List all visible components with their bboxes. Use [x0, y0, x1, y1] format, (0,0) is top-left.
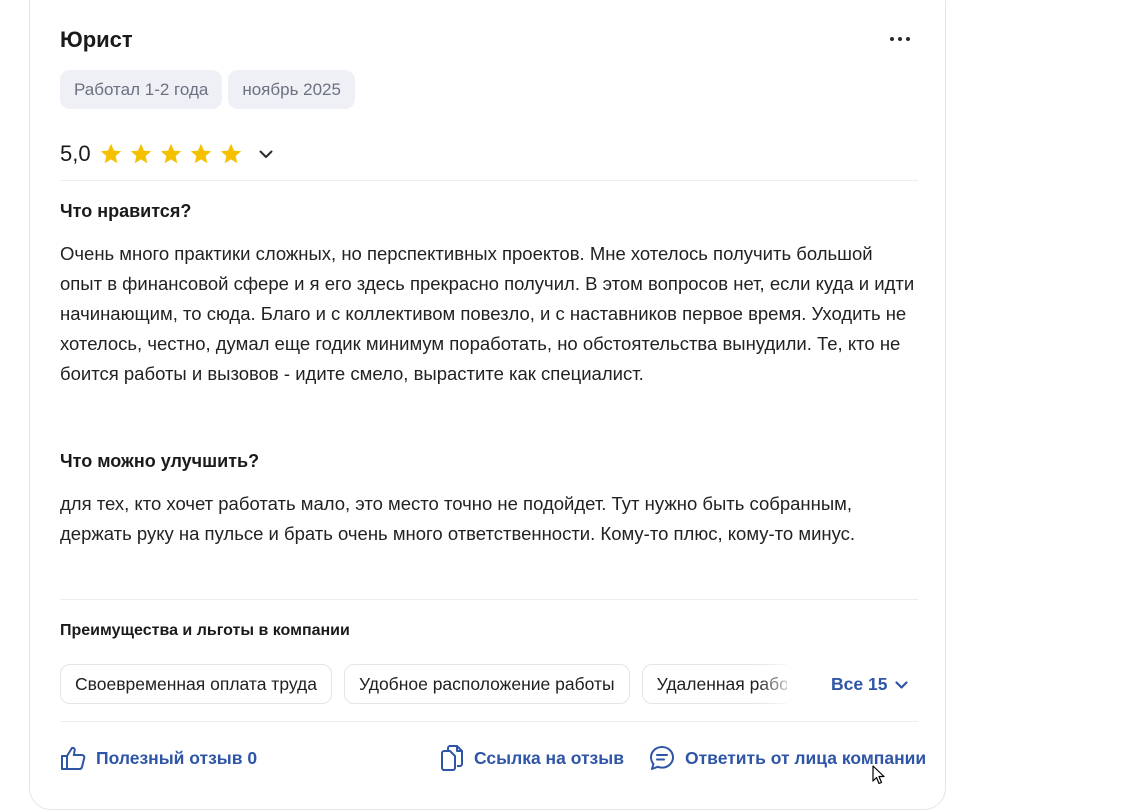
chevron-down-icon	[895, 680, 909, 689]
star-icon	[189, 142, 213, 166]
divider	[60, 180, 918, 181]
review-link-button[interactable]: Ссылка на отзыв	[440, 745, 624, 771]
reply-as-company-label: Ответить от лица компании	[685, 747, 927, 768]
useful-review-button[interactable]: Полезный отзыв 0	[60, 745, 257, 771]
experience-tag: Работал 1-2 года	[60, 70, 223, 109]
more-dots-icon-dot	[898, 37, 902, 41]
review-link-label: Ссылка на отзыв	[474, 747, 624, 768]
copy-link-icon	[441, 745, 463, 771]
divider	[60, 599, 918, 600]
divider	[60, 721, 918, 722]
likes-heading: Что нравится?	[60, 201, 192, 221]
chevron-down-icon	[259, 150, 273, 158]
benefit-chip[interactable]: Своевременная оплата труда	[60, 664, 332, 704]
rating-row: 5,0	[60, 138, 277, 170]
star-rating	[99, 142, 243, 166]
date-tag: ноябрь 2025	[228, 70, 355, 109]
benefits-list: Своевременная оплата труда Удобное распо…	[60, 664, 787, 704]
review-card: Юрист Работал 1-2 года ноябрь 2025 5,0 Ч…	[29, 0, 946, 810]
more-options-button[interactable]	[882, 25, 918, 53]
benefit-chip[interactable]: Удобное расположение работы	[343, 664, 630, 704]
rating-value: 5,0	[60, 141, 91, 166]
thumbs-up-icon	[61, 746, 86, 770]
star-icon	[99, 142, 123, 166]
star-icon	[159, 142, 183, 166]
rating-expand-button[interactable]	[255, 143, 277, 165]
review-tags: Работал 1-2 года ноябрь 2025	[60, 70, 355, 109]
star-icon	[129, 142, 153, 166]
improve-heading: Что можно улучшить?	[60, 451, 260, 471]
benefit-chip[interactable]: Удаленная работа	[641, 664, 787, 704]
all-benefits-button[interactable]: Все 15	[831, 674, 909, 695]
more-dots-icon	[890, 37, 894, 41]
all-benefits-label: Все 15	[831, 674, 888, 694]
mouse-cursor-icon	[872, 765, 885, 785]
more-dots-icon-dot	[906, 37, 910, 41]
likes-text: Очень много практики сложных, но перспек…	[60, 243, 915, 384]
benefits-heading: Преимущества и льготы в компании	[60, 622, 350, 639]
chat-bubble-icon	[650, 746, 674, 770]
useful-review-label: Полезный отзыв 0	[96, 747, 258, 768]
review-title: Юрист	[60, 27, 133, 52]
improve-text: для тех, кто хочет работать мало, это ме…	[60, 493, 856, 544]
star-icon	[219, 142, 243, 166]
